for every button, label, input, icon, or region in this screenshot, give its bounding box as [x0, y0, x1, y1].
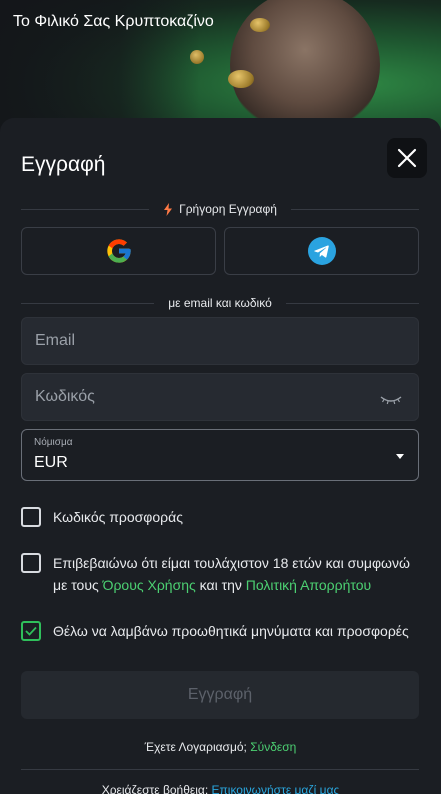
promo-code-checkbox[interactable] — [21, 507, 41, 527]
email-divider-label: με email και κωδικό — [168, 296, 272, 310]
marketing-row: Θέλω να λαμβάνω προωθητικά μηνύματα και … — [21, 621, 421, 642]
coin-image — [250, 18, 270, 32]
modal-title: Εγγραφή — [21, 153, 106, 176]
terms-link[interactable]: Όρους Χρήσης — [103, 577, 196, 593]
marketing-label: Θέλω να λαμβάνω προωθητικά μηνύματα και … — [53, 623, 409, 639]
quick-register-divider: Γρήγορη Εγγραφή — [21, 202, 419, 216]
quick-register-label: Γρήγορη Εγγραφή — [179, 202, 277, 216]
footer-divider — [21, 769, 419, 770]
login-link[interactable]: Σύνδεση — [250, 740, 296, 754]
lightning-icon — [164, 202, 173, 216]
register-submit-button[interactable]: Εγγραφή — [21, 671, 419, 719]
promo-code-row: Κωδικός προσφοράς — [21, 507, 421, 528]
email-field[interactable] — [22, 318, 418, 364]
contact-link[interactable]: Επικοινωνήστε μαζί μας — [212, 783, 340, 794]
promo-code-label: Κωδικός προσφοράς — [53, 509, 183, 525]
help-text: Χρειάζεστε βοήθεια; Επικοινωνήστε μαζί μ… — [0, 783, 441, 794]
google-signup-button[interactable] — [21, 227, 216, 275]
coin-image — [228, 70, 254, 88]
age-confirm-checkbox[interactable] — [21, 553, 41, 573]
google-icon — [106, 239, 131, 263]
marketing-checkbox[interactable] — [21, 621, 41, 641]
telegram-signup-button[interactable] — [224, 227, 419, 275]
privacy-link[interactable]: Πολιτική Απορρήτου — [246, 577, 371, 593]
has-account-text: Έχετε Λογαριασμό; Σύνδεση — [144, 740, 297, 754]
telegram-icon — [307, 237, 336, 265]
email-field-wrapper — [21, 317, 419, 365]
currency-select[interactable]: Νόμισμα EUR — [21, 429, 419, 481]
currency-label: Νόμισμα — [34, 437, 73, 448]
age-confirm-row: Επιβεβαιώνω ότι είμαι τουλάχιστον 18 ετώ… — [21, 553, 421, 596]
checkmark-icon — [25, 626, 37, 636]
email-divider: με email και κωδικό — [21, 296, 419, 310]
currency-value: EUR — [34, 454, 68, 471]
eye-closed-icon[interactable] — [380, 395, 402, 405]
close-icon — [397, 148, 417, 168]
password-field[interactable] — [22, 374, 418, 420]
caret-down-icon — [396, 454, 404, 459]
age-confirm-label: Επιβεβαιώνω ότι είμαι τουλάχιστον 18 ετώ… — [53, 555, 410, 593]
hero-title: Το Φιλικό Σας Κρυπτοκαζίνο — [13, 13, 214, 30]
password-field-wrapper — [21, 373, 419, 421]
close-button[interactable] — [387, 138, 427, 178]
